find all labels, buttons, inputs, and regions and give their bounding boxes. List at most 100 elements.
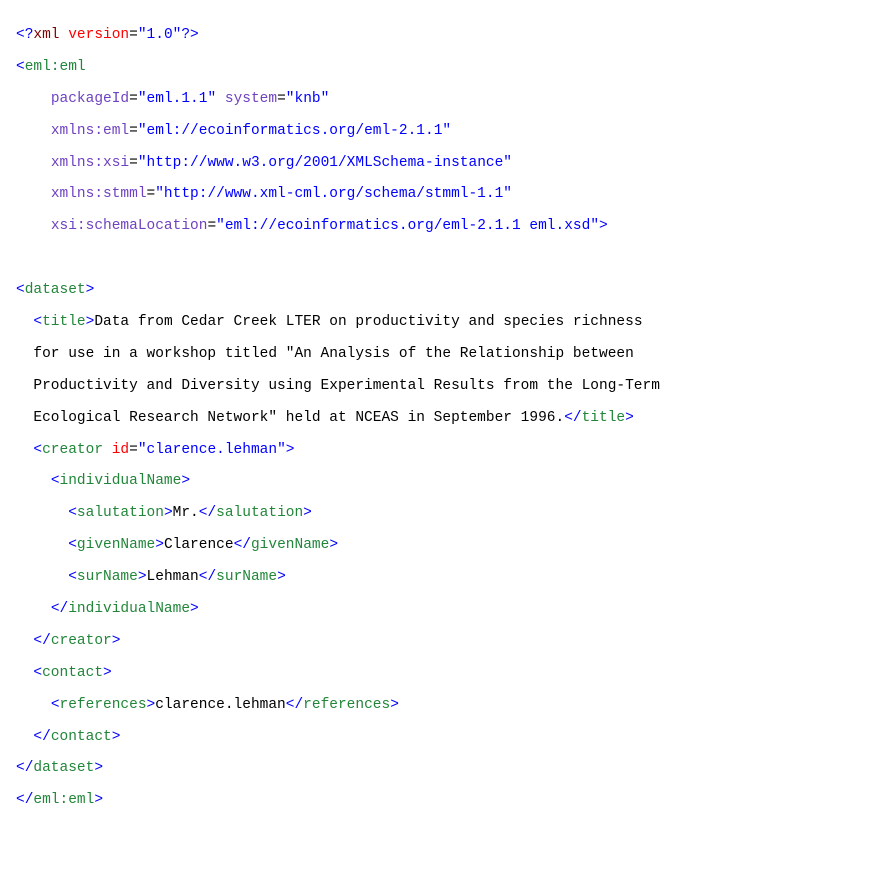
- text-content: Ecological Research Network" held at NCE…: [33, 410, 564, 426]
- code-line: <title>Data from Cedar Creek LTER on pro…: [16, 314, 643, 330]
- bracket: </: [33, 729, 50, 745]
- text-content: Lehman: [147, 569, 199, 585]
- tag-name: contact: [51, 729, 112, 745]
- bracket: <: [33, 442, 42, 458]
- code-line: <salutation>Mr.</salutation>: [16, 505, 312, 521]
- attr-name: xsi:schemaLocation: [51, 218, 208, 234]
- code-line: <surName>Lehman</surName>: [16, 569, 286, 585]
- bracket: >: [599, 218, 608, 234]
- code-line: <givenName>Clarence</givenName>: [16, 537, 338, 553]
- code-line: <?xml version="1.0"?>: [16, 27, 199, 43]
- tag-name: givenName: [77, 537, 155, 553]
- bracket: <: [68, 505, 77, 521]
- attr-value: "http://www.xml-cml.org/schema/stmml-1.1…: [155, 186, 512, 202]
- code-line: xmlns:eml="eml://ecoinformatics.org/eml-…: [16, 123, 451, 139]
- code-line: <individualName>: [16, 473, 190, 489]
- attr-value: "eml://ecoinformatics.org/eml-2.1.1 eml.…: [216, 218, 599, 234]
- code-line: </eml:eml>: [16, 792, 103, 808]
- equals: =: [129, 27, 138, 43]
- equals: =: [129, 91, 138, 107]
- code-line: packageId="eml.1.1" system="knb": [16, 91, 329, 107]
- bracket: >: [94, 760, 103, 776]
- text-content: for use in a workshop titled "An Analysi…: [33, 346, 633, 362]
- bracket: <: [51, 697, 60, 713]
- bracket: >: [86, 282, 95, 298]
- tag-name: references: [303, 697, 390, 713]
- bracket: >: [625, 410, 634, 426]
- attr-name: xmlns:xsi: [51, 155, 129, 171]
- code-line: <dataset>: [16, 282, 94, 298]
- attr-name: id: [103, 442, 129, 458]
- bracket: >: [164, 505, 173, 521]
- bracket: >: [181, 473, 190, 489]
- attr-name: xmlns:stmml: [51, 186, 147, 202]
- code-line: </dataset>: [16, 760, 103, 776]
- attr-value: "eml://ecoinformatics.org/eml-2.1.1": [138, 123, 451, 139]
- bracket: >: [155, 537, 164, 553]
- bracket: </: [16, 760, 33, 776]
- code-line: <references>clarence.lehman</references>: [16, 697, 399, 713]
- bracket: >: [112, 729, 121, 745]
- equals: =: [207, 218, 216, 234]
- bracket: >: [277, 569, 286, 585]
- tag-name: eml:eml: [25, 59, 86, 75]
- tag-name: individualName: [68, 601, 190, 617]
- bracket: </: [234, 537, 251, 553]
- bracket: </: [199, 505, 216, 521]
- code-line: </creator>: [16, 633, 120, 649]
- code-line: for use in a workshop titled "An Analysi…: [16, 346, 634, 362]
- attr-name: system: [216, 91, 277, 107]
- tag-name: dataset: [25, 282, 86, 298]
- bracket: <: [16, 59, 25, 75]
- equals: =: [129, 155, 138, 171]
- code-line: <creator id="clarence.lehman">: [16, 442, 294, 458]
- text-content: Mr.: [173, 505, 199, 521]
- code-line: </individualName>: [16, 601, 199, 617]
- bracket: >: [138, 569, 147, 585]
- bracket: </: [286, 697, 303, 713]
- bracket: </: [33, 633, 50, 649]
- tag-name: eml:eml: [33, 792, 94, 808]
- attr-value: "eml.1.1": [138, 91, 216, 107]
- tag-name: givenName: [251, 537, 329, 553]
- equals: =: [129, 123, 138, 139]
- tag-name: contact: [42, 665, 103, 681]
- bracket: >: [329, 537, 338, 553]
- tag-name: title: [582, 410, 626, 426]
- tag-name: salutation: [216, 505, 303, 521]
- code-line: </contact>: [16, 729, 120, 745]
- tag-name: individualName: [60, 473, 182, 489]
- bracket: >: [112, 633, 121, 649]
- attr-name: xmlns:eml: [51, 123, 129, 139]
- code-line: xsi:schemaLocation="eml://ecoinformatics…: [16, 218, 608, 234]
- equals: =: [129, 442, 138, 458]
- bracket: <: [68, 569, 77, 585]
- bracket: >: [94, 792, 103, 808]
- bracket: >: [147, 697, 156, 713]
- attr-value: "1.0": [138, 27, 182, 43]
- bracket: >: [103, 665, 112, 681]
- xml-decl: xml: [33, 27, 59, 43]
- bracket: </: [564, 410, 581, 426]
- bracket: <: [68, 537, 77, 553]
- bracket: >: [303, 505, 312, 521]
- equals: =: [277, 91, 286, 107]
- attr-value: "knb": [286, 91, 330, 107]
- text-content: Data from Cedar Creek LTER on productivi…: [94, 314, 642, 330]
- bracket: ?>: [181, 27, 198, 43]
- text-content: clarence.lehman: [155, 697, 286, 713]
- code-line: Ecological Research Network" held at NCE…: [16, 410, 634, 426]
- bracket: >: [286, 442, 295, 458]
- tag-name: references: [60, 697, 147, 713]
- bracket: <: [16, 282, 25, 298]
- tag-name: surName: [77, 569, 138, 585]
- tag-name: surName: [216, 569, 277, 585]
- tag-name: creator: [42, 442, 103, 458]
- code-line: xmlns:stmml="http://www.xml-cml.org/sche…: [16, 186, 512, 202]
- text-content: Productivity and Diversity using Experim…: [33, 378, 660, 394]
- attr-value: "http://www.w3.org/2001/XMLSchema-instan…: [138, 155, 512, 171]
- bracket: >: [390, 697, 399, 713]
- bracket: <: [33, 665, 42, 681]
- bracket: </: [51, 601, 68, 617]
- bracket: </: [16, 792, 33, 808]
